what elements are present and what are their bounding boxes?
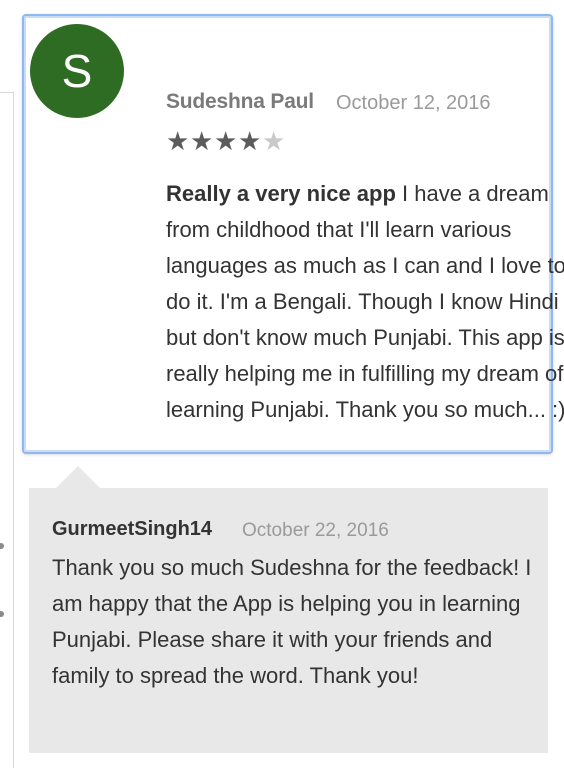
reply-pointer bbox=[56, 466, 100, 488]
star-empty-icon: ★ bbox=[262, 126, 286, 156]
review-date: October 12, 2016 bbox=[336, 92, 491, 114]
star-rating: ★ ★ ★ ★ ★ bbox=[166, 126, 286, 156]
side-dot-icon bbox=[0, 543, 4, 549]
side-dot-icon bbox=[0, 611, 4, 617]
star-filled-icon: ★ bbox=[238, 126, 262, 156]
avatar[interactable]: S bbox=[30, 24, 124, 118]
star-filled-icon: ★ bbox=[214, 126, 238, 156]
review-text: I have a dream from childhood that I'll … bbox=[166, 181, 564, 422]
review-page: Sudeshna Paul October 12, 2016 ★ ★ ★ ★ ★ Rea… bbox=[0, 0, 564, 768]
side-panel-edge bbox=[0, 92, 14, 768]
reviewer-name[interactable]: Sudeshna Paul bbox=[166, 90, 314, 114]
reply-date: October 22, 2016 bbox=[242, 520, 389, 541]
review-title: Really a very nice app bbox=[166, 181, 396, 206]
developer-reply: GurmeetSingh14 October 22, 2016 Thank yo… bbox=[29, 488, 548, 753]
review-body: Really a very nice app I have a dream fr… bbox=[166, 176, 564, 428]
star-filled-icon: ★ bbox=[166, 126, 190, 156]
star-filled-icon: ★ bbox=[190, 126, 214, 156]
reply-author: GurmeetSingh14 bbox=[52, 518, 213, 540]
reply-text: Thank you so much Sudeshna for the feedb… bbox=[52, 555, 532, 688]
